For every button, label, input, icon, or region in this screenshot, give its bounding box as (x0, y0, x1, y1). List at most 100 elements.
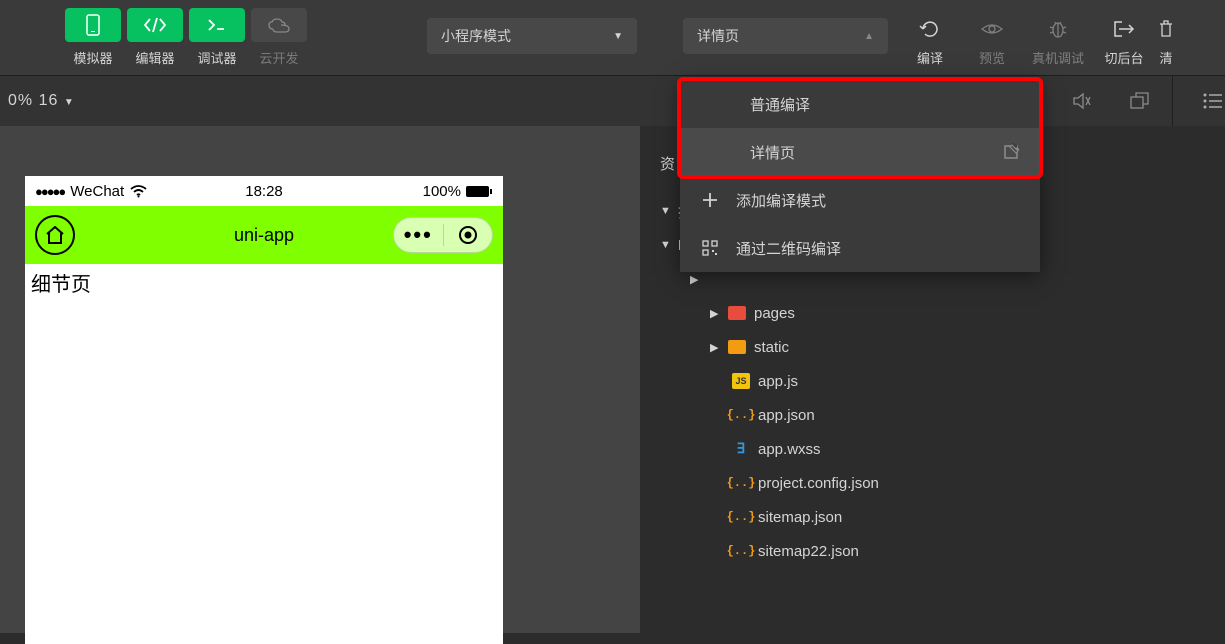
tree-label: pages (754, 305, 795, 322)
status-time: 18:28 (245, 183, 283, 200)
simulator-button[interactable]: 模拟器 (65, 8, 121, 67)
trash-icon (1156, 14, 1176, 44)
bug-icon (1036, 14, 1080, 44)
chevron-right-icon (710, 341, 720, 354)
tree-label: sitemap.json (758, 509, 842, 526)
signal-icon: ●●●●● (35, 184, 64, 199)
tree-file-app-js[interactable]: JS app.js (660, 364, 1225, 398)
folder-icon (728, 306, 746, 320)
battery-icon (465, 185, 493, 198)
clear-label: 清 (1160, 48, 1173, 67)
debugger-label: 调试器 (197, 48, 236, 67)
zoom-indicator[interactable]: 0% 16 ▼ (8, 92, 75, 110)
compile-mode-dropdown: 普通编译 详情页 添加编译模式 通过二维码编译 (680, 80, 1040, 272)
tree-file-app-wxss[interactable]: ∃ app.wxss (660, 432, 1225, 466)
compile-button[interactable]: 编译 (900, 8, 960, 67)
eye-icon (970, 14, 1014, 44)
menu-label: 普通编译 (750, 94, 810, 115)
app-title: uni-app (234, 225, 294, 246)
tool-group-left: 模拟器 编辑器 调试器 云开发 (65, 8, 307, 67)
home-button[interactable] (35, 215, 75, 255)
wifi-icon (130, 185, 147, 198)
edit-icon[interactable] (1002, 143, 1020, 161)
refresh-icon (908, 14, 952, 44)
sub-toolbar: 0% 16 ▼ (0, 76, 1225, 126)
folder-icon (728, 340, 746, 354)
tree-label: static (754, 339, 789, 356)
json-file-icon: {..} (732, 509, 750, 525)
resources-label: 资 (660, 153, 675, 174)
tree-label: app.json (758, 407, 815, 424)
mute-icon[interactable] (1070, 89, 1094, 113)
plus-icon (700, 190, 720, 210)
js-file-icon: JS (732, 373, 750, 389)
tree-file-sitemap22[interactable]: {..} sitemap22.json (660, 534, 1225, 568)
menu-add-compile-mode[interactable]: 添加编译模式 (680, 176, 1040, 224)
simulator-pane: ●●●●● WeChat 18:28 100% (0, 126, 640, 633)
tree-label: project.config.json (758, 475, 879, 492)
chevron-down-icon: ▲ (864, 31, 874, 42)
status-right: 100% (423, 183, 493, 200)
tree-file-app-json[interactable]: {..} app.json (660, 398, 1225, 432)
code-icon (127, 8, 183, 42)
phone-simulator: ●●●●● WeChat 18:28 100% (25, 176, 503, 644)
terminal-icon (189, 8, 245, 42)
editor-label: 编辑器 (135, 48, 174, 67)
tree-label: sitemap22.json (758, 543, 859, 560)
capsule-menu-button[interactable]: ••• (394, 218, 443, 252)
target-icon (458, 225, 478, 245)
exit-icon (1102, 14, 1146, 44)
app-header: uni-app ••• (25, 206, 503, 264)
cloud-icon (251, 8, 307, 42)
chevron-down-icon: ▼ (613, 31, 623, 42)
debugger-button[interactable]: 调试器 (189, 8, 245, 67)
tree-label: app.js (758, 373, 798, 390)
chevron-down-icon (660, 205, 670, 217)
preview-label: 预览 (979, 48, 1005, 67)
page-select-label: 详情页 (697, 26, 739, 46)
editor-button[interactable]: 编辑器 (127, 8, 183, 67)
qr-icon (700, 238, 720, 258)
json-file-icon: {..} (732, 407, 750, 423)
cloud-dev-button[interactable]: 云开发 (251, 8, 307, 67)
phone-icon (65, 8, 121, 42)
menu-detail-page[interactable]: 详情页 (680, 128, 1040, 176)
tree-file-project-config[interactable]: {..} project.config.json (660, 466, 1225, 500)
tree-pages-folder[interactable]: pages (660, 296, 1225, 330)
wxss-file-icon: ∃ (732, 441, 750, 457)
preview-button[interactable]: 预览 (962, 8, 1022, 67)
chevron-down-icon (660, 239, 670, 251)
menu-label: 详情页 (750, 142, 795, 163)
capsule-menu: ••• (393, 217, 493, 253)
tree-file-sitemap[interactable]: {..} sitemap.json (660, 500, 1225, 534)
tree-static-folder[interactable]: static (660, 330, 1225, 364)
cloud-dev-label: 云开发 (259, 48, 298, 67)
right-tools: 编译 预览 真机调试 切后台 清 (900, 8, 1176, 67)
list-icon[interactable] (1201, 89, 1225, 113)
menu-label: 添加编译模式 (736, 190, 826, 211)
menu-normal-compile[interactable]: 普通编译 (680, 80, 1040, 128)
background-button[interactable]: 切后台 (1094, 8, 1154, 67)
status-bar: ●●●●● WeChat 18:28 100% (25, 176, 503, 206)
detach-icon[interactable] (1128, 89, 1152, 113)
background-label: 切后台 (1105, 48, 1144, 67)
page-select-dropdown[interactable]: 详情页 ▲ (683, 18, 888, 54)
mode-select-dropdown[interactable]: 小程序模式 ▼ (427, 18, 637, 54)
page-content: 细节页 (25, 264, 503, 644)
menu-qr-compile[interactable]: 通过二维码编译 (680, 224, 1040, 272)
top-toolbar: 模拟器 编辑器 调试器 云开发 小程序模式 ▼ 详情页 ▲ (0, 0, 1225, 76)
main-area: ●●●●● WeChat 18:28 100% (0, 126, 1225, 633)
compile-label: 编译 (917, 48, 943, 67)
remote-debug-label: 真机调试 (1032, 48, 1084, 67)
remote-debug-button[interactable]: 真机调试 (1024, 8, 1092, 67)
json-file-icon: {..} (732, 475, 750, 491)
capsule-close-button[interactable] (444, 218, 493, 252)
json-file-icon: {..} (732, 543, 750, 559)
menu-label: 通过二维码编译 (736, 238, 841, 259)
clear-button[interactable]: 清 (1156, 8, 1176, 67)
page-text: 细节页 (31, 274, 91, 296)
tree-label: app.wxss (758, 441, 821, 458)
chevron-right-icon (710, 307, 720, 320)
mode-select-label: 小程序模式 (441, 26, 511, 46)
chevron-right-icon (690, 273, 700, 286)
